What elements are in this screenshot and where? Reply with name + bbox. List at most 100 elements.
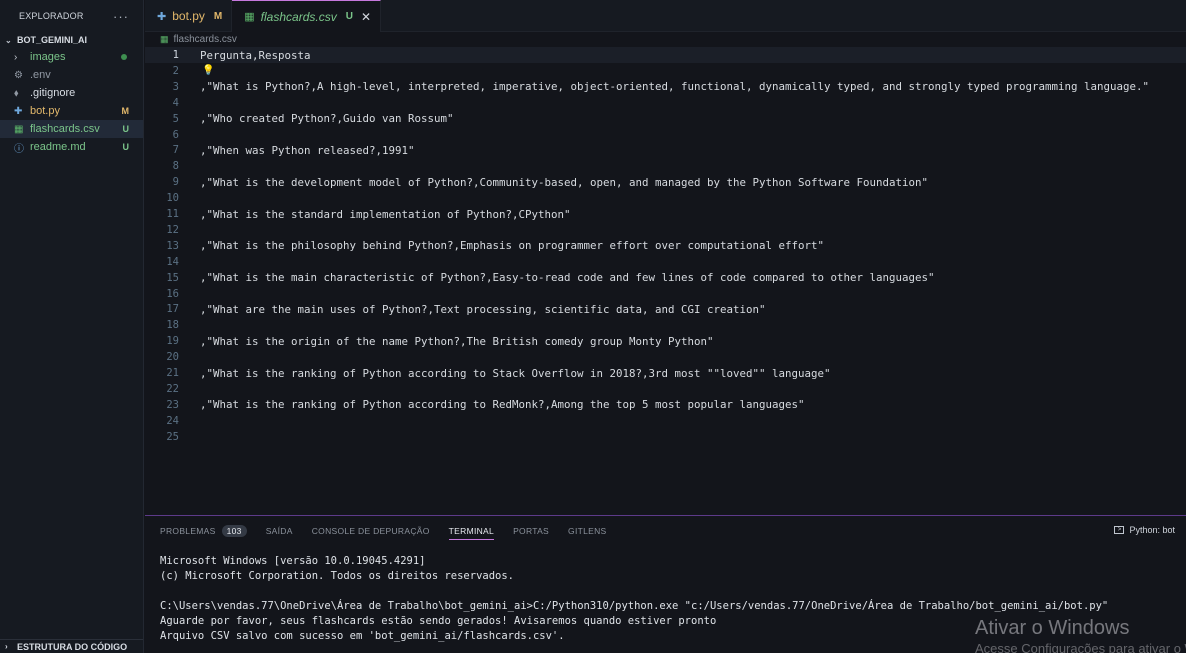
- info-icon: ⓘ: [14, 143, 24, 155]
- line-number: 3: [172, 80, 179, 93]
- status-dot: [121, 54, 127, 60]
- line-number: 12: [166, 223, 179, 236]
- tab-gitlens[interactable]: GITLENS: [568, 516, 606, 546]
- line-number: 2: [172, 64, 179, 77]
- activation-watermark-subtitle: Acesse Configurações para ativar o Windo…: [975, 641, 1186, 653]
- sidebar-item-bot-py[interactable]: ✚ bot.py M: [0, 102, 143, 120]
- problems-count-badge: 103: [221, 525, 247, 537]
- code-line[interactable]: 18: [145, 317, 1186, 333]
- line-text: ,"When was Python released?,1991": [200, 143, 415, 157]
- line-number: 23: [166, 398, 179, 411]
- line-text: ,"What is the philosophy behind Python?,…: [200, 239, 825, 253]
- more-actions-icon[interactable]: ···: [113, 9, 129, 24]
- line-number: 22: [166, 382, 179, 395]
- code-line[interactable]: 12: [145, 222, 1186, 238]
- outline-section[interactable]: › ESTRUTURA DO CÓDIGO: [0, 639, 143, 653]
- tab-debug-console[interactable]: CONSOLE DE DEPURAÇÃO: [312, 516, 430, 546]
- line-number: 7: [172, 144, 179, 157]
- line-number: 18: [166, 319, 179, 332]
- code-line[interactable]: 3 ,"What is Python?,A high-level, interpr…: [145, 79, 1186, 95]
- code-line[interactable]: 8: [145, 158, 1186, 174]
- code-line[interactable]: 25: [145, 429, 1186, 445]
- line-text: ,"What is the ranking of Python accordin…: [200, 366, 831, 380]
- line-number: 8: [172, 160, 179, 173]
- line-number: 6: [172, 128, 179, 141]
- explorer-header: EXPLORADOR ···: [0, 0, 143, 32]
- close-icon[interactable]: ✕: [361, 10, 371, 24]
- tab-ports[interactable]: PORTAS: [513, 516, 549, 546]
- sidebar-item-label: bot.py: [30, 105, 60, 117]
- code-line[interactable]: 15 ,"What is the main characteristic of P…: [145, 270, 1186, 286]
- code-line[interactable]: 6: [145, 127, 1186, 143]
- tab-flashcards-csv[interactable]: ▦ flashcards.csv U ✕: [232, 0, 381, 32]
- folder-root[interactable]: ⌄ BOT_GEMINI_AI: [0, 32, 143, 48]
- line-number: 5: [172, 112, 179, 125]
- code-line[interactable]: 7 ,"When was Python released?,1991": [145, 142, 1186, 158]
- editor-tabs: ✚ bot.py M ▦ flashcards.csv U ✕: [145, 0, 1186, 32]
- terminal-instance[interactable]: > Python: bot: [1114, 525, 1175, 535]
- code-line[interactable]: 19 ,"What is the origin of the name Pytho…: [145, 333, 1186, 349]
- activation-watermark-title: Ativar o Windows: [975, 617, 1130, 639]
- tab-debug-console-label: CONSOLE DE DEPURAÇÃO: [311, 526, 430, 536]
- python-file-icon: ✚: [14, 105, 23, 117]
- code-editor[interactable]: 1 Pergunta,Resposta 2 💡 3 ,"What is Python?,A…: [145, 47, 1186, 515]
- git-icon: ⬧: [14, 87, 19, 99]
- tab-terminal-label: TERMINAL: [448, 526, 495, 536]
- code-line[interactable]: 17 ,"What are the main uses of Python?,Te…: [145, 301, 1186, 317]
- code-line[interactable]: 4: [145, 95, 1186, 111]
- git-status-badge: U: [122, 124, 130, 134]
- code-line[interactable]: 13 ,"What is the philosophy behind Python…: [145, 238, 1186, 254]
- tab-label: flashcards.csv: [260, 9, 337, 24]
- line-text: ,"Who created Python?,Guido van Rossum": [200, 112, 454, 126]
- line-number: 16: [166, 287, 179, 300]
- code-line[interactable]: 20: [145, 349, 1186, 365]
- code-line[interactable]: 1 Pergunta,Resposta: [145, 47, 1186, 63]
- code-line[interactable]: 11 ,"What is the standard implementation …: [145, 206, 1186, 222]
- line-text: ,"What is the origin of the name Python?…: [200, 334, 714, 348]
- breadcrumb[interactable]: ▦ flashcards.csv: [160, 33, 237, 45]
- code-line[interactable]: 23 ,"What is the ranking of Python accord…: [145, 397, 1186, 413]
- line-text: ,"What is the standard implementation of…: [200, 207, 571, 221]
- line-number: 1: [172, 49, 179, 61]
- code-line[interactable]: 21 ,"What is the ranking of Python accord…: [145, 365, 1186, 381]
- code-line[interactable]: 22: [145, 381, 1186, 397]
- code-line[interactable]: 14: [145, 254, 1186, 270]
- line-number: 19: [166, 335, 179, 348]
- lightbulb-icon[interactable]: 💡: [202, 65, 214, 76]
- code-line[interactable]: 16: [145, 286, 1186, 302]
- panel-tabs: PROBLEMAS 103 SAÍDA CONSOLE DE DEPURAÇÃO…: [145, 516, 1186, 546]
- tab-output[interactable]: SAÍDA: [266, 516, 293, 546]
- code-line[interactable]: 5 ,"Who created Python?,Guido van Rossum": [145, 111, 1186, 127]
- line-number: 10: [166, 192, 179, 205]
- line-text: Pergunta,Resposta: [200, 48, 311, 62]
- sidebar-item-gitignore[interactable]: ⬧ .gitignore: [0, 84, 143, 102]
- sidebar-item-label: images: [30, 51, 66, 63]
- code-line[interactable]: 2 💡: [145, 63, 1186, 79]
- sidebar-item-env[interactable]: ⚙ .env: [0, 66, 143, 84]
- code-line[interactable]: 10: [145, 190, 1186, 206]
- terminal-output[interactable]: Microsoft Windows [versão 10.0.19045.429…: [160, 554, 1108, 644]
- line-text: ,"What is the ranking of Python accordin…: [200, 398, 805, 412]
- line-number: 21: [166, 367, 179, 379]
- sidebar-item-flashcards-csv[interactable]: ▦ flashcards.csv U: [0, 120, 143, 138]
- tab-terminal[interactable]: TERMINAL: [448, 516, 495, 546]
- sidebar-item-images[interactable]: › images: [0, 48, 143, 66]
- terminal-icon: >: [1114, 526, 1125, 534]
- tab-label: bot.py: [172, 9, 205, 23]
- line-number: 25: [166, 430, 179, 443]
- chevron-right-icon: ›: [14, 51, 18, 63]
- code-line[interactable]: 9 ,"What is the development model of Pyth…: [145, 174, 1186, 190]
- line-number: 20: [166, 351, 179, 364]
- csv-file-icon: ▦: [14, 123, 24, 135]
- line-number: 4: [172, 96, 179, 109]
- modified-badge: M: [213, 10, 223, 22]
- tab-problems[interactable]: PROBLEMAS 103: [160, 516, 247, 546]
- code-line[interactable]: 24: [145, 413, 1186, 429]
- git-status-badge: U: [122, 142, 130, 152]
- sidebar-item-readme-md[interactable]: ⓘ readme.md U: [0, 138, 143, 156]
- tab-output-label: SAÍDA: [265, 526, 293, 536]
- line-number: 11: [166, 208, 179, 220]
- chevron-right-icon: ›: [5, 642, 8, 651]
- tab-bot-py[interactable]: ✚ bot.py M: [145, 0, 233, 32]
- terminal-instance-label: Python: bot: [1129, 525, 1175, 535]
